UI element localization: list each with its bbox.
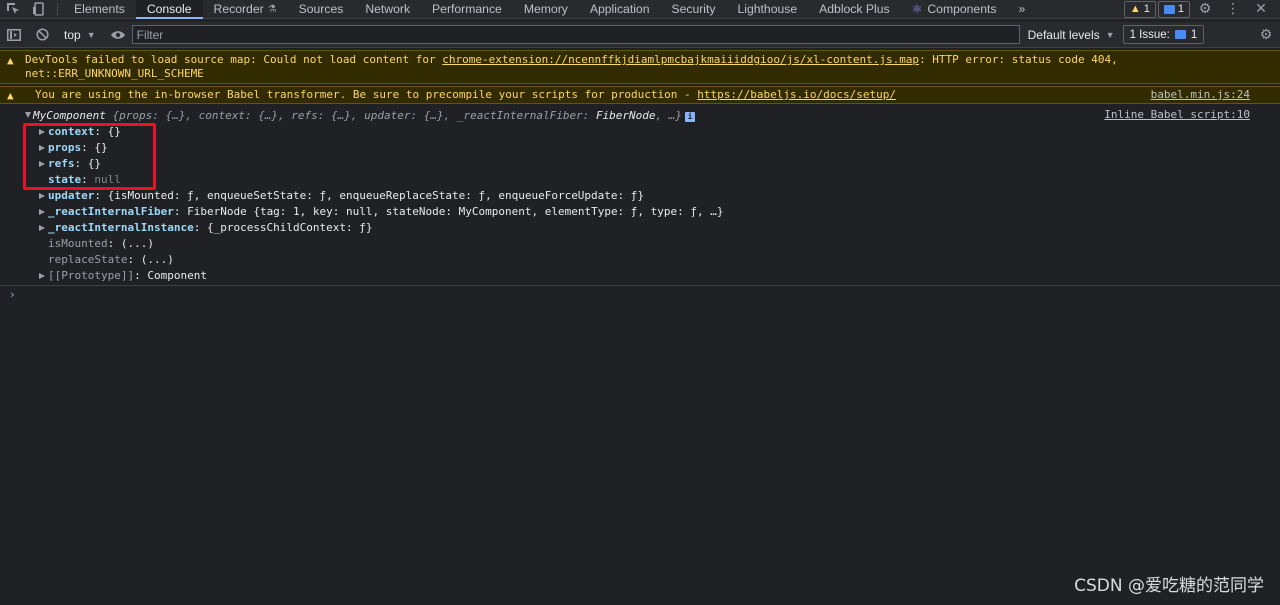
- messages-counter[interactable]: 1: [1157, 0, 1190, 18]
- tab-application[interactable]: Application: [579, 0, 661, 18]
- source-link-inline-babel[interactable]: Inline Babel script:10: [1104, 108, 1250, 121]
- chevron-down-icon: ▼: [1105, 29, 1115, 40]
- babel-docs-link[interactable]: https://babeljs.io/docs/setup/: [697, 88, 896, 101]
- source-link-babel[interactable]: babel.min.js:24: [1151, 88, 1250, 102]
- tab-sources[interactable]: Sources: [288, 0, 355, 18]
- chevron-down-icon: ▼: [86, 29, 96, 40]
- tab-adblock-plus[interactable]: Adblock Plus: [808, 0, 900, 18]
- device-toolbar-icon[interactable]: [26, 0, 52, 18]
- more-options-icon[interactable]: ⋮: [1220, 0, 1246, 19]
- live-expression-eye-icon[interactable]: [104, 23, 132, 47]
- sourcemap-link[interactable]: chrome-extension://ncennffkjdiamlpmcbajk…: [442, 53, 919, 66]
- property-is-mounted[interactable]: isMounted: (...): [48, 237, 154, 251]
- tab-performance[interactable]: Performance: [421, 0, 513, 18]
- tab-elements[interactable]: Elements: [63, 0, 136, 18]
- react-icon: ⚛: [911, 2, 923, 16]
- tab-lighthouse[interactable]: Lighthouse: [727, 0, 809, 18]
- warnings-counter[interactable]: ▲ 1: [1123, 0, 1156, 18]
- tab-security[interactable]: Security: [660, 0, 726, 18]
- message-icon: [1174, 30, 1186, 39]
- info-icon[interactable]: i: [685, 112, 696, 122]
- tab-memory[interactable]: Memory: [513, 0, 579, 18]
- console-prompt[interactable]: ›: [9, 288, 16, 301]
- collapsed-triangle-icon: [39, 209, 45, 215]
- close-icon[interactable]: ✕: [1248, 0, 1274, 19]
- tab-components[interactable]: ⚛ Components: [901, 0, 1008, 18]
- object-summary[interactable]: MyComponent {props: {…}, context: {…}, r…: [25, 109, 696, 123]
- csdn-watermark: CSDN @爱吃糖的范同学: [1074, 576, 1264, 596]
- warning-message-sourcemap: ▲ DevTools failed to load source map: Co…: [0, 50, 1280, 84]
- tab-console[interactable]: Console: [135, 0, 203, 19]
- warning-icon: ▲: [7, 54, 14, 67]
- tab-network[interactable]: Network: [354, 0, 421, 18]
- collapsed-triangle-icon: [39, 273, 45, 279]
- console-settings-gear-icon[interactable]: ⚙: [1252, 23, 1280, 47]
- property-react-internal-instance[interactable]: _reactInternalInstance: {_processChildCo…: [39, 221, 373, 235]
- collapsed-triangle-icon: [39, 193, 45, 199]
- filter-input[interactable]: [131, 25, 1020, 44]
- console-log-entry: Inline Babel script:10 MyComponent {prop…: [0, 106, 1280, 286]
- settings-gear-icon[interactable]: ⚙: [1192, 0, 1218, 19]
- red-highlight-box: [23, 123, 156, 190]
- issues-button[interactable]: 1 Issue: 1: [1122, 25, 1205, 44]
- more-tabs-button[interactable]: »: [1007, 0, 1036, 18]
- context-selector[interactable]: top ▼: [56, 28, 104, 42]
- toggle-sidebar-icon[interactable]: [0, 23, 28, 47]
- tabbar-right: ▲ 1 1 ⚙ ⋮ ✕: [1123, 0, 1280, 19]
- property-replace-state[interactable]: replaceState: (...): [48, 253, 174, 267]
- warning-icon: ▲: [1129, 3, 1141, 15]
- collapsed-triangle-icon: [39, 225, 45, 231]
- log-levels-dropdown[interactable]: Default levels ▼: [1020, 28, 1123, 42]
- message-icon: [1163, 4, 1175, 14]
- warning-icon: ▲: [7, 89, 14, 102]
- devtools-tabbar: Elements Console Recorder ⚗ Sources Netwo…: [0, 0, 1280, 19]
- divider: [57, 3, 58, 15]
- property-prototype[interactable]: [[Prototype]]: Component: [39, 269, 207, 283]
- inspect-element-icon[interactable]: [0, 0, 26, 18]
- flask-icon: ⚗: [267, 3, 277, 15]
- warning-message-babel: ▲ You are using the in-browser Babel tra…: [0, 86, 1280, 104]
- property-updater[interactable]: updater: {isMounted: ƒ, enqueueSetState:…: [39, 189, 644, 203]
- property-react-internal-fiber[interactable]: _reactInternalFiber: FiberNode {tag: 1, …: [39, 205, 724, 219]
- console-toolbar: top ▼ Default levels ▼ 1 Issue: 1 ⚙: [0, 22, 1280, 48]
- expanded-triangle-icon: [25, 112, 31, 118]
- tab-recorder[interactable]: Recorder ⚗: [203, 0, 288, 18]
- clear-console-icon[interactable]: [28, 23, 56, 47]
